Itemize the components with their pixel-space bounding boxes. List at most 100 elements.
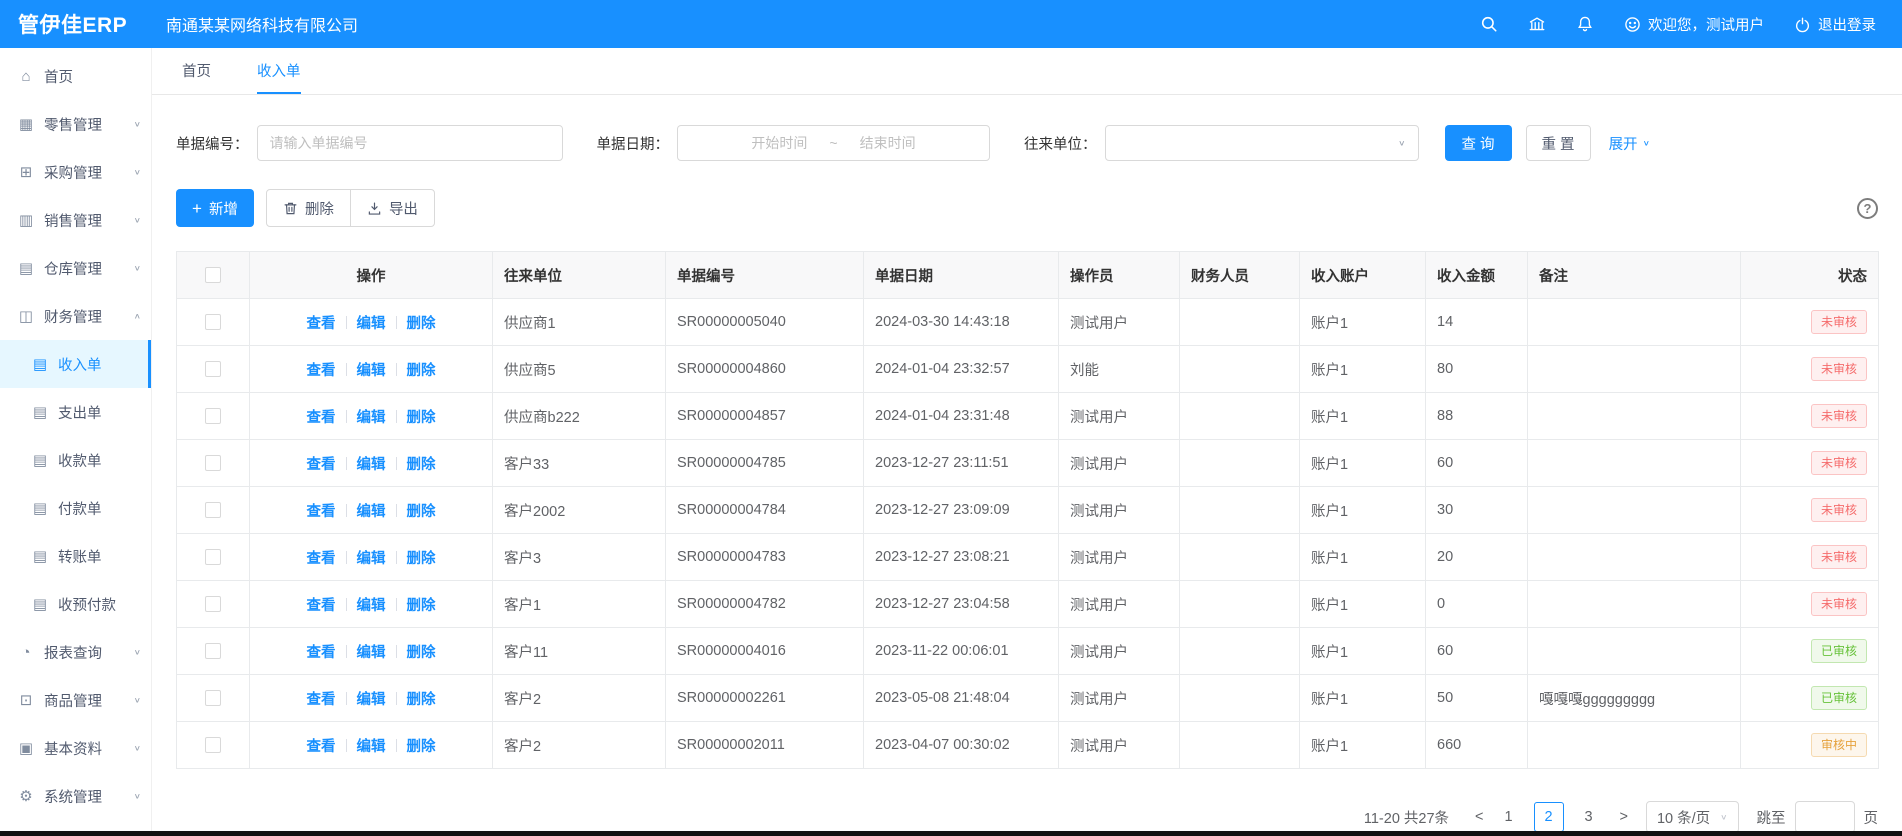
view-link[interactable]: 查看 [307, 594, 336, 615]
logout-text: 退出登录 [1818, 14, 1876, 35]
company-name: 南通某某网络科技有限公司 [166, 12, 358, 36]
tab-home[interactable]: 首页 [182, 48, 211, 94]
select-all-checkbox[interactable] [205, 267, 221, 283]
divider [396, 739, 397, 752]
col-remark: 备注 [1528, 252, 1741, 299]
sidebar-item-report-query[interactable]: ◔ 报表查询 ∨ [0, 628, 151, 676]
delete-link[interactable]: 删除 [407, 453, 436, 474]
search-icon[interactable] [1480, 15, 1498, 33]
delete-button[interactable]: 删除 [266, 189, 351, 227]
sidebar-item-purchase-mgmt[interactable]: ⊞ 采购管理 ∨ [0, 148, 151, 196]
view-link[interactable]: 查看 [307, 641, 336, 662]
delete-link[interactable]: 删除 [407, 547, 436, 568]
cell-amount: 60 [1426, 628, 1528, 675]
row-checkbox[interactable] [205, 737, 221, 753]
divider [396, 457, 397, 470]
expand-filters-link[interactable]: 展开 ∨ [1609, 133, 1650, 154]
delete-link[interactable]: 删除 [407, 735, 436, 756]
welcome-user[interactable]: 欢迎您，测试用户 [1624, 14, 1764, 35]
edit-link[interactable]: 编辑 [357, 547, 386, 568]
cell-bill-no: SR00000005040 [666, 299, 864, 346]
sidebar-item-goods-mgmt[interactable]: ⊡ 商品管理 ∨ [0, 676, 151, 724]
cell-operator: 测试用户 [1059, 675, 1180, 722]
logout-button[interactable]: 退出登录 [1794, 14, 1876, 35]
table-row: 查看编辑删除 客户2 SR00000002011 2023-04-07 00:3… [177, 722, 1879, 769]
delete-link[interactable]: 删除 [407, 688, 436, 709]
edit-link[interactable]: 编辑 [357, 594, 386, 615]
search-button[interactable]: 查 询 [1445, 125, 1512, 161]
prev-page-button[interactable]: < [1475, 809, 1483, 825]
chevron-down-icon: ∨ [134, 648, 141, 656]
row-checkbox[interactable] [205, 314, 221, 330]
cell-remark [1528, 299, 1741, 346]
view-link[interactable]: 查看 [307, 359, 336, 380]
sidebar-item-finance-mgmt[interactable]: ◫ 财务管理 ∧ [0, 292, 151, 340]
sidebar-item-system-mgmt[interactable]: ⚙ 系统管理 ∨ [0, 772, 151, 820]
sidebar-item-transfer-bill[interactable]: ▤ 转账单 [0, 532, 151, 580]
gear-icon: ⚙ [16, 787, 36, 805]
sidebar-item-advance-bill[interactable]: ▤ 收预付款 [0, 580, 151, 628]
page-1-button[interactable]: 1 [1494, 802, 1524, 832]
row-checkbox[interactable] [205, 455, 221, 471]
sidebar-item-home[interactable]: ⌂ 首页 [0, 52, 151, 100]
delete-link[interactable]: 删除 [407, 641, 436, 662]
export-button-label: 导出 [389, 198, 418, 219]
export-button[interactable]: 导出 [350, 189, 435, 227]
row-checkbox[interactable] [205, 643, 221, 659]
edit-link[interactable]: 编辑 [357, 453, 386, 474]
cell-partner: 客户1 [493, 581, 666, 628]
sidebar-item-expense-bill[interactable]: ▤ 支出单 [0, 388, 151, 436]
page-3-button[interactable]: 3 [1574, 802, 1604, 832]
sidebar-item-receipt-bill[interactable]: ▤ 收款单 [0, 436, 151, 484]
help-icon[interactable]: ? [1857, 198, 1878, 219]
row-checkbox[interactable] [205, 549, 221, 565]
delete-link[interactable]: 删除 [407, 500, 436, 521]
row-checkbox[interactable] [205, 408, 221, 424]
edit-link[interactable]: 编辑 [357, 735, 386, 756]
view-link[interactable]: 查看 [307, 500, 336, 521]
row-checkbox[interactable] [205, 361, 221, 377]
edit-link[interactable]: 编辑 [357, 359, 386, 380]
delete-link[interactable]: 删除 [407, 594, 436, 615]
page-size-select[interactable]: 10 条/页 ∨ [1646, 801, 1739, 833]
view-link[interactable]: 查看 [307, 735, 336, 756]
status-badge: 已审核 [1811, 686, 1867, 710]
sidebar-item-payment-bill[interactable]: ▤ 付款单 [0, 484, 151, 532]
view-link[interactable]: 查看 [307, 406, 336, 427]
delete-link[interactable]: 删除 [407, 312, 436, 333]
bank-icon[interactable] [1528, 15, 1546, 33]
sidebar-item-retail-mgmt[interactable]: ▦ 零售管理 ∨ [0, 100, 151, 148]
partner-select[interactable]: ∨ [1105, 125, 1419, 161]
sidebar-item-income-bill[interactable]: ▤ 收入单 [0, 340, 151, 388]
sidebar-item-basic-data[interactable]: ▣ 基本资料 ∨ [0, 724, 151, 772]
add-button[interactable]: + 新增 [176, 189, 254, 227]
jump-page-input[interactable] [1795, 801, 1855, 833]
view-link[interactable]: 查看 [307, 547, 336, 568]
row-checkbox[interactable] [205, 596, 221, 612]
cell-partner: 客户2 [493, 675, 666, 722]
bell-icon[interactable] [1576, 15, 1594, 33]
view-link[interactable]: 查看 [307, 688, 336, 709]
date-range-picker[interactable]: 开始时间 ~ 结束时间 [677, 125, 990, 161]
delete-link[interactable]: 删除 [407, 406, 436, 427]
edit-link[interactable]: 编辑 [357, 641, 386, 662]
delete-link[interactable]: 删除 [407, 359, 436, 380]
bill-no-input[interactable] [257, 125, 563, 161]
chevron-down-icon: ∨ [134, 168, 141, 176]
sidebar-item-sales-mgmt[interactable]: ▥ 销售管理 ∨ [0, 196, 151, 244]
reset-button[interactable]: 重 置 [1526, 125, 1591, 161]
cell-bill-no: SR00000004857 [666, 393, 864, 440]
view-link[interactable]: 查看 [307, 312, 336, 333]
row-checkbox[interactable] [205, 690, 221, 706]
row-checkbox[interactable] [205, 502, 221, 518]
edit-link[interactable]: 编辑 [357, 406, 386, 427]
edit-link[interactable]: 编辑 [357, 688, 386, 709]
edit-link[interactable]: 编辑 [357, 500, 386, 521]
next-page-button[interactable]: > [1620, 809, 1628, 825]
cell-operator: 测试用户 [1059, 534, 1180, 581]
edit-link[interactable]: 编辑 [357, 312, 386, 333]
tab-income-bill[interactable]: 收入单 [257, 48, 301, 94]
sidebar-item-warehouse-mgmt[interactable]: ▤ 仓库管理 ∨ [0, 244, 151, 292]
page-2-button[interactable]: 2 [1534, 802, 1564, 832]
view-link[interactable]: 查看 [307, 453, 336, 474]
